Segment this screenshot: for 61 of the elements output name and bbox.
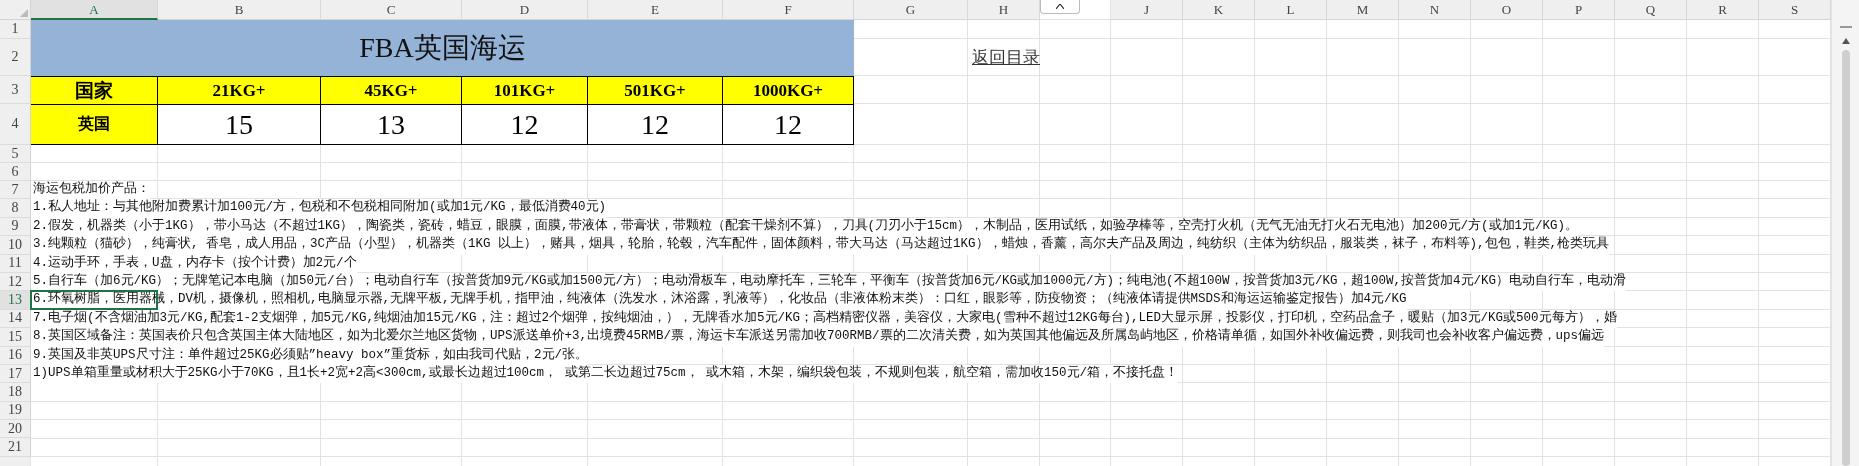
note-text: 1)UPS单箱重量或材积大于25KG小于70KG，且1长+2宽+2高<300cm,或最长边超过100cm， 或第二长边超过75cm， 或木箱，木架，编织袋包装，不规则包装，航空箱，需加收150元/箱，不接托盘！: [31, 364, 1179, 384]
table-cell: 13: [321, 104, 462, 145]
table-header-cell: 101KG+: [462, 76, 588, 104]
sheet-title: FBA英国海运: [31, 20, 854, 76]
column-header[interactable]: L: [1255, 0, 1327, 20]
column-header[interactable]: P: [1543, 0, 1615, 20]
row-header[interactable]: 4: [0, 104, 31, 145]
row-header[interactable]: 2: [0, 39, 31, 76]
back-to-contents-link[interactable]: 返回目录: [972, 46, 1040, 69]
note-text: 海运包税加价产品：: [31, 181, 150, 200]
row-header[interactable]: 1: [0, 20, 31, 39]
column-header[interactable]: A: [31, 0, 158, 20]
scrollbar[interactable]: [1831, 0, 1859, 466]
column-header[interactable]: C: [321, 0, 462, 20]
row-header[interactable]: 8: [0, 199, 31, 218]
minus-icon[interactable]: [1840, 26, 1852, 28]
column-header[interactable]: S: [1759, 0, 1831, 20]
column-header[interactable]: O: [1471, 0, 1543, 20]
table-cell: 12: [723, 104, 854, 145]
scrollbar-thumb[interactable]: [1842, 50, 1850, 466]
column-header[interactable]: R: [1687, 0, 1759, 20]
note-text: 5.自行车（加6元/KG）；无牌笔记本电脑（加50元/台）；电动自行车（按普货加9元/KG或加1500元/方）；电动滑板车，电动摩托车，三轮车，平衡车（按普货加6元/KG或加1000元/方)；纯电池(不超100W，按普货加3元/KG，超100W,按普货加4元/KG）电动自行车，电动滑: [31, 272, 1627, 292]
column-header[interactable]: E: [588, 0, 723, 20]
note-text: 2.假发，机器类（小于1KG），带小马达（不超过1KG），陶瓷类，瓷砖，蜡豆，眼膜，面膜,带液体，带膏状，带颗粒（配套干燥剂不算），刀具(刀刃小于15cm），木制品，医用试纸，如验孕棒等，空壳打火机（无气无油无打火石无电池）加200元/方(或加1元/KG)。: [31, 217, 1579, 237]
caret-icon: [1056, 4, 1064, 9]
column-header[interactable]: G: [854, 0, 968, 20]
column-header[interactable]: J: [1111, 0, 1183, 20]
table-header-cell: 1000KG+: [723, 76, 854, 104]
column-header[interactable]: M: [1327, 0, 1399, 20]
row-header[interactable]: 15: [0, 328, 31, 347]
column-header[interactable]: D: [462, 0, 588, 20]
select-all-icon[interactable]: [20, 9, 28, 17]
column-header[interactable]: H: [968, 0, 1040, 20]
row-header[interactable]: 13: [0, 291, 31, 310]
row-header[interactable]: 7: [0, 181, 31, 200]
row-header[interactable]: 10: [0, 236, 31, 255]
column-header[interactable]: B: [158, 0, 321, 20]
note-text: 7.电子烟(不含烟油加3元/KG,配套1-2支烟弹，加5元/KG,纯烟油加15元/KG，注：超过2个烟弹，按纯烟油，），无牌香水加5元/KG；高档精密仪器，美容仪，大家电(雪种不超过12KG每台),LED大显示屏，投影仪，打印机，空药品盒子，暖贴（加3元/KG或500元每方），婚: [31, 309, 1617, 329]
row-header[interactable]: 5: [0, 145, 31, 163]
scroll-up-icon[interactable]: [1842, 38, 1850, 44]
column-header[interactable]: N: [1399, 0, 1471, 20]
note-text: 8.英国区域备注：英国表价只包含英国主体大陆地区，如为北爱尔兰地区货物，UPS派送单价+3,出境费45RMB/票，海运卡车派送另需加收700RMB/票的二次清关费，如为英国其他偏远及所属岛屿地区，价格请单循，如国外补收偏远费，则我司也会补收客户偏远费，ups偏远: [31, 328, 1605, 347]
column-header[interactable]: Q: [1615, 0, 1687, 20]
row-header[interactable]: 20: [0, 420, 31, 439]
table-header-cell: 501KG+: [588, 76, 723, 104]
table-cell: 12: [588, 104, 723, 145]
row-header[interactable]: 3: [0, 76, 31, 104]
row-header[interactable]: 6: [0, 163, 31, 181]
note-text: 1.私人地址：与其他附加费累计加100元/方，包税和不包税相同附加(或加1元/KG，最低消费40元): [31, 199, 607, 218]
table-header-cell: 45KG+: [321, 76, 462, 104]
column-header[interactable]: F: [723, 0, 854, 20]
note-text: 3.纯颗粒（猫砂），纯膏状, 香皂，成人用品，3C产品（小型），机器类（1KG 以上），赌具，烟具，轮胎，轮毂，汽车配件，固体颜料，带大马达（马达超过1KG），蜡烛，香薰，高尔夫产品及周边，纯纺织（主体为纺织品，服装类，袜子，布料等),包包，鞋类,枪类玩具: [31, 236, 1610, 255]
column-header[interactable]: K: [1183, 0, 1255, 20]
table-cell: 英国: [31, 104, 158, 145]
table-cell: 15: [158, 104, 321, 145]
table-header-cell: 21KG+: [158, 76, 321, 104]
table-header-cell: 国家: [31, 76, 158, 104]
row-header[interactable]: 21: [0, 438, 31, 457]
collapse-button[interactable]: [1040, 0, 1080, 14]
row-header[interactable]: 18: [0, 383, 31, 402]
table-cell: 12: [462, 104, 588, 145]
